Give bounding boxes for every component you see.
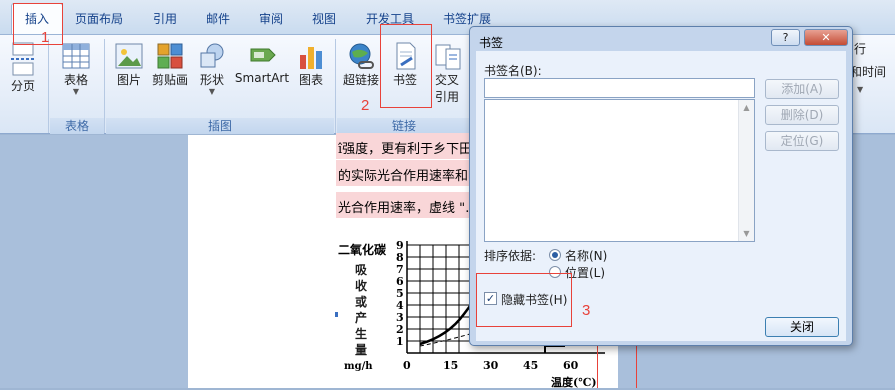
picture-label: 图片 xyxy=(116,73,141,87)
annotation-box-2 xyxy=(380,24,432,108)
shapes-label: 形状 xyxy=(199,73,224,87)
scroll-up-icon[interactable]: ▲ xyxy=(739,100,754,115)
table-label: 表格 xyxy=(63,73,88,87)
chevron-down-icon: ▼ xyxy=(208,87,216,96)
dialog-title: 书签 xyxy=(479,36,504,50)
smartart-button[interactable]: SmartArt xyxy=(234,41,290,85)
page-break-button[interactable]: 分页 xyxy=(6,41,40,94)
graph-ylabel-top: 二氧化碳 xyxy=(338,243,387,257)
list-scrollbar[interactable]: ▲ ▼ xyxy=(738,100,754,241)
x-tick-label: 15 xyxy=(443,359,458,372)
graph-fragment xyxy=(544,345,565,353)
annotation-line xyxy=(636,346,637,388)
picture-icon xyxy=(115,43,143,69)
document-line-3: 光合作用速率，虚线 "… xyxy=(338,201,479,216)
smartart-icon xyxy=(250,48,276,62)
bookmark-name-input[interactable] xyxy=(484,78,755,98)
clipart-icon xyxy=(157,43,183,69)
graph-ylabel-vertical: 吸收或产生量 xyxy=(355,263,368,357)
table-icon xyxy=(62,43,90,69)
shapes-icon xyxy=(200,43,224,68)
shapes-button[interactable]: 形状 ▼ xyxy=(196,41,228,96)
help-button[interactable]: ? xyxy=(771,29,800,46)
close-button[interactable]: 关闭 xyxy=(765,317,839,337)
tab-mailings[interactable]: 邮件 xyxy=(206,9,230,29)
bookmark-dialog: 书签 ? ✕ 书签名(B): ▲ ▼ 添加(A) 删除(D) 定位(G) 排序依… xyxy=(469,26,853,346)
clipart-label: 剪贴画 xyxy=(151,73,188,87)
group-label-illustrations: 插图 xyxy=(106,118,334,134)
picture-button[interactable]: 图片 xyxy=(112,41,146,88)
chevron-down-icon: ▼ xyxy=(72,87,80,96)
chart-icon xyxy=(300,47,322,69)
cross-reference-icon xyxy=(435,44,461,70)
bookmark-name-label: 书签名(B): xyxy=(484,64,542,78)
document-line-2: 的实际光合作用速率和呼 xyxy=(338,169,482,184)
page-break-label: 分页 xyxy=(10,79,35,93)
annotation-box-3 xyxy=(476,273,572,327)
tab-view[interactable]: 视图 xyxy=(312,9,336,29)
x-tick-label: 45 xyxy=(523,359,538,372)
tab-references[interactable]: 引用 xyxy=(153,9,177,29)
page-break-icon xyxy=(11,42,35,76)
cross-reference-button[interactable]: 交叉 引用 xyxy=(430,41,464,105)
close-icon[interactable]: ✕ xyxy=(804,29,848,46)
tab-review[interactable]: 审阅 xyxy=(259,9,283,29)
sort-by-label: 排序依据: xyxy=(484,249,537,263)
tab-page-layout[interactable]: 页面布局 xyxy=(75,9,123,29)
ribbon-fragment-2[interactable]: 和时间 xyxy=(850,63,886,80)
delete-button[interactable]: 删除(D) xyxy=(765,105,839,125)
add-button[interactable]: 添加(A) xyxy=(765,79,839,99)
x-tick-label: 0 xyxy=(403,359,411,372)
sort-by-name-radio[interactable] xyxy=(549,249,561,261)
annotation-box-1 xyxy=(13,3,63,45)
ribbon-fragment-1[interactable]: 行 xyxy=(854,40,866,57)
chart-label: 图表 xyxy=(298,73,323,87)
annotation-number-2: 2 xyxy=(361,97,370,114)
y-tick-label: 1 xyxy=(396,335,404,348)
sort-by-name-label[interactable]: 名称(N) xyxy=(565,247,607,264)
graph-unit: mg/h xyxy=(344,361,373,372)
table-button[interactable]: 表格 ▼ xyxy=(58,41,94,96)
graph-dashed-curve xyxy=(419,333,471,347)
cross-reference-label-2: 引用 xyxy=(434,90,459,104)
group-label-table: 表格 xyxy=(50,118,104,134)
x-tick-label: 60 xyxy=(563,359,579,372)
chart-button[interactable]: 图表 xyxy=(294,41,328,88)
annotation-number-3: 3 xyxy=(582,302,591,319)
graph-solid-curve xyxy=(419,305,471,346)
cross-reference-label-1: 交叉 xyxy=(434,73,459,87)
hyperlink-button[interactable]: 超链接 xyxy=(341,41,381,88)
x-tick-label: 30 xyxy=(483,359,499,372)
bookmark-list[interactable]: ▲ ▼ xyxy=(484,99,755,242)
scroll-down-icon[interactable]: ▼ xyxy=(739,226,754,241)
group-label-links: 链接 xyxy=(337,118,471,134)
goto-button[interactable]: 定位(G) xyxy=(765,131,839,151)
hyperlink-label: 超链接 xyxy=(342,73,379,87)
clipart-button[interactable]: 剪贴画 xyxy=(150,41,190,88)
annotation-number-1: 1 xyxy=(41,29,50,46)
smartart-label: SmartArt xyxy=(234,71,290,85)
cursor-marker xyxy=(335,312,338,317)
hyperlink-icon xyxy=(349,43,374,69)
chevron-down-icon: ▼ xyxy=(857,85,864,94)
document-line-1: î强度，更有利于乡下田 xyxy=(338,142,473,157)
